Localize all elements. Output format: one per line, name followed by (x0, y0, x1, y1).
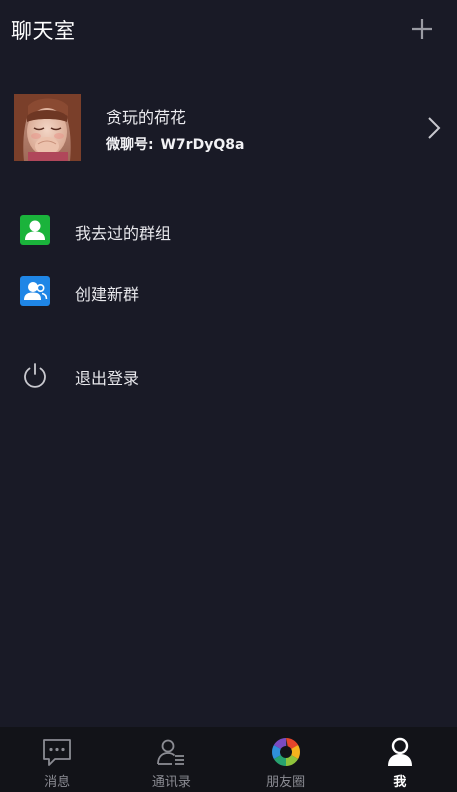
tab-label: 通讯录 (151, 775, 191, 790)
tab-label: 消息 (44, 775, 71, 790)
page-title: 聊天室 (11, 19, 76, 43)
plus-icon (412, 19, 432, 39)
tab-contacts[interactable]: 通讯录 (114, 727, 228, 792)
menu-item-label: 我去过的群组 (75, 224, 172, 243)
bottom-tab-bar: 消息 通讯录 朋友圈 我 (0, 727, 457, 792)
menu-item-label: 创建新群 (75, 285, 140, 304)
contacts-icon (155, 736, 187, 768)
profile-icon (384, 736, 416, 768)
tab-label: 朋友圈 (266, 775, 306, 790)
tab-me[interactable]: 我 (343, 727, 457, 792)
menu-item-joined-groups[interactable]: 我去过的群组 (0, 204, 457, 256)
chat-bubble-icon (41, 736, 73, 768)
tab-moments[interactable]: 朋友圈 (229, 727, 343, 792)
profile-id: 微聊号: W7rDyQ8a (106, 134, 244, 154)
add-group-icon (20, 276, 50, 306)
menu-item-create-group[interactable]: 创建新群 (0, 265, 457, 317)
add-button[interactable] (407, 14, 437, 44)
profile-card[interactable]: 贪玩的荷花 微聊号: W7rDyQ8a (0, 88, 457, 168)
app-screen: 聊天室 贪玩的荷花 微聊号: W7rDyQ8a 我去过的群组 创建新群 退出登录… (0, 0, 457, 792)
power-icon (20, 360, 50, 390)
avatar (14, 94, 81, 161)
profile-id-value: W7rDyQ8a (160, 137, 245, 153)
tab-label: 我 (393, 775, 407, 790)
profile-id-label: 微聊号: (106, 137, 154, 153)
chevron-right-icon (428, 117, 441, 139)
header-bar: 聊天室 (0, 0, 457, 60)
menu-item-label: 退出登录 (75, 369, 140, 388)
moments-aperture-icon (270, 736, 302, 768)
menu-item-logout[interactable]: 退出登录 (0, 349, 457, 401)
tab-messages[interactable]: 消息 (0, 727, 114, 792)
user-icon (20, 215, 50, 245)
profile-name: 贪玩的荷花 (106, 108, 187, 127)
